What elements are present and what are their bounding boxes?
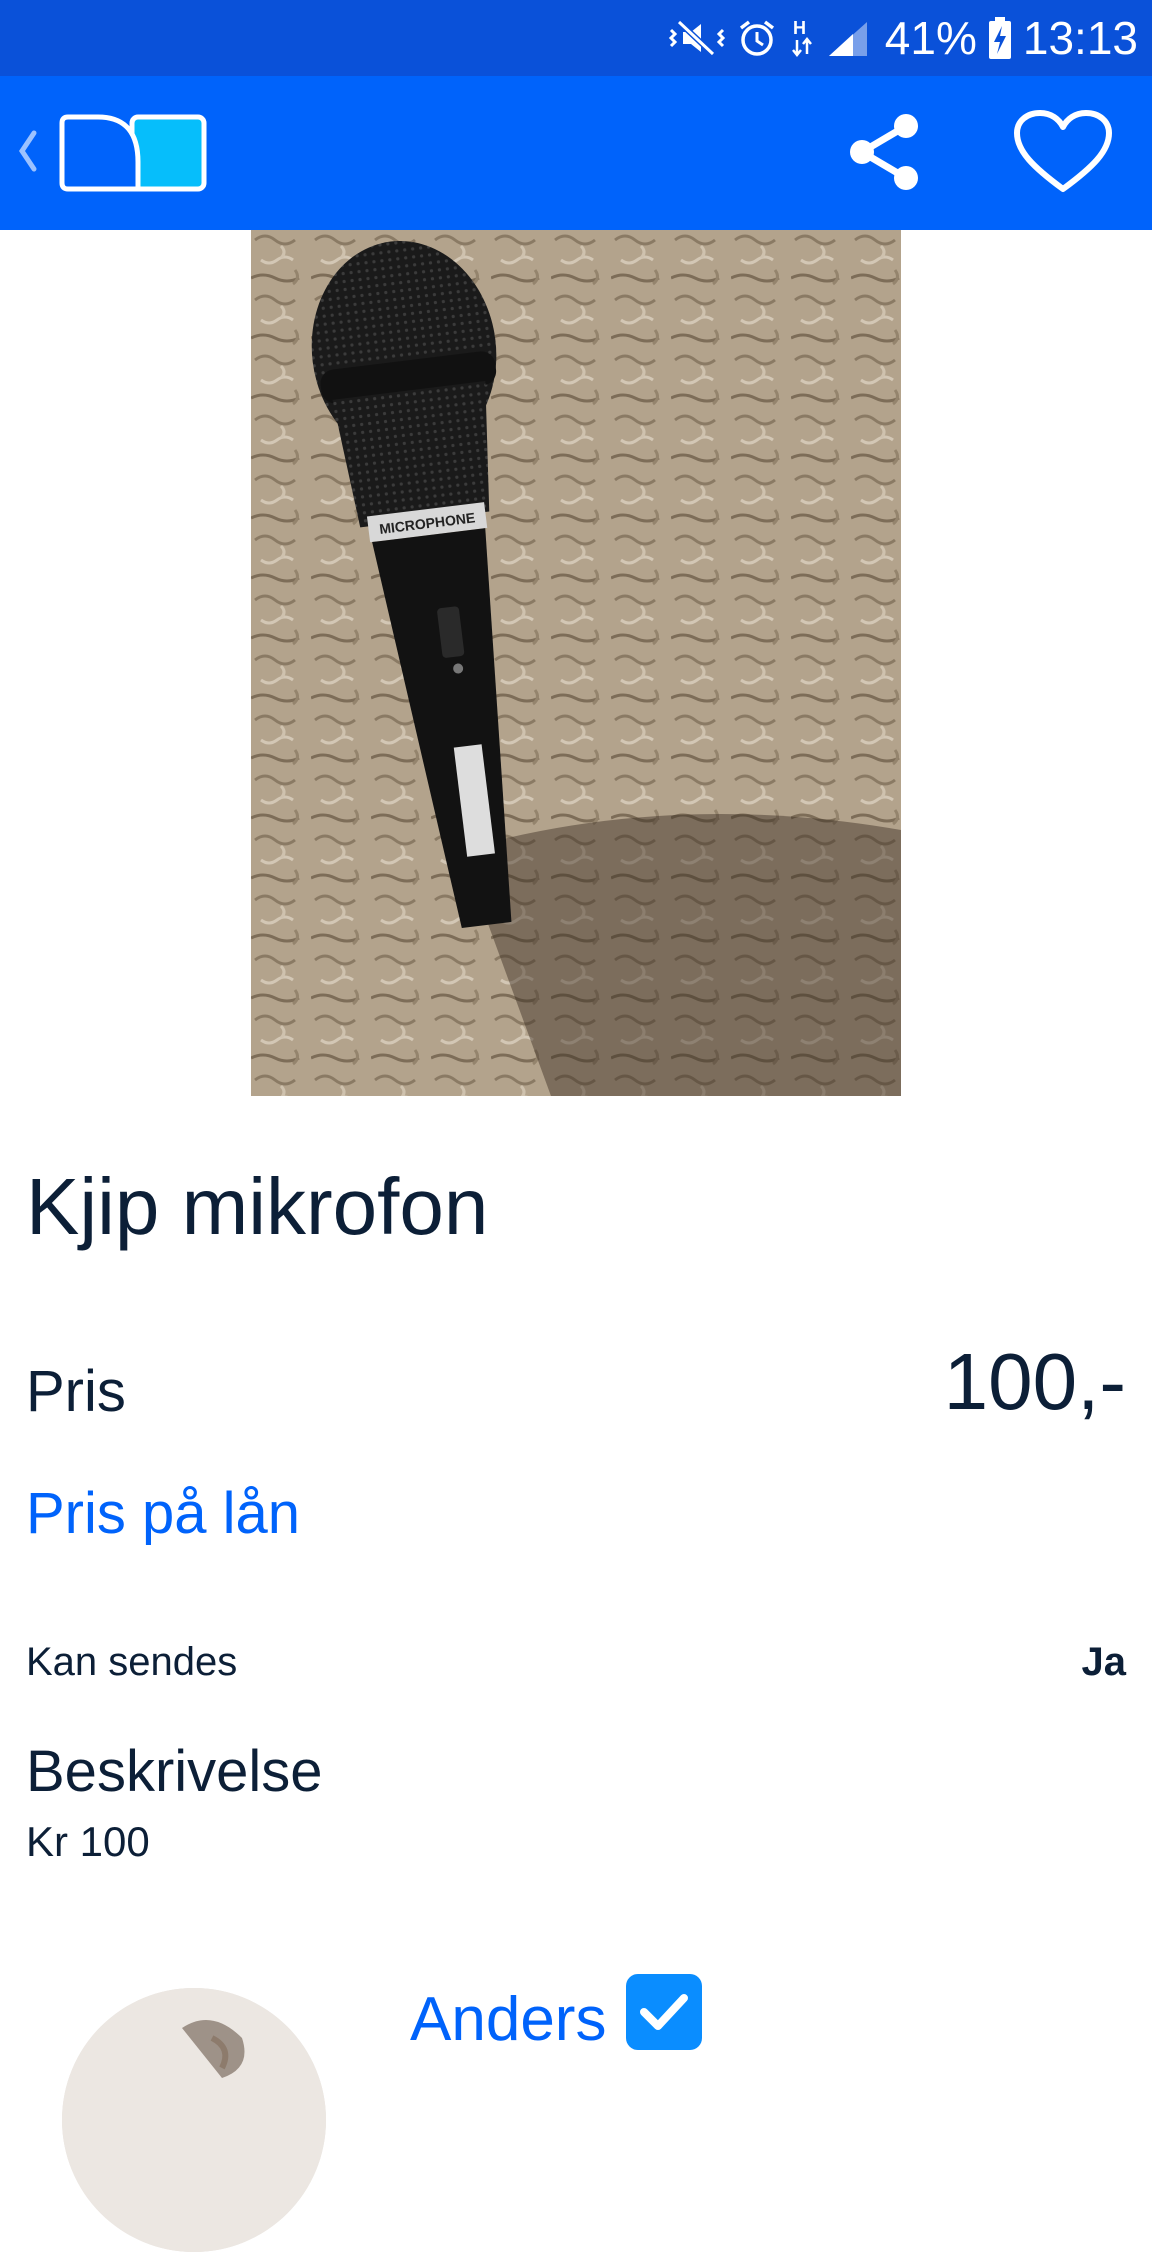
back-button[interactable]	[10, 126, 46, 180]
seller-avatar[interactable]	[62, 1988, 326, 2252]
svg-text:H: H	[793, 18, 806, 38]
share-button[interactable]	[838, 108, 930, 200]
status-time: 13:13	[1022, 12, 1138, 64]
description-heading: Beskrivelse	[26, 1739, 323, 1804]
share-icon	[846, 112, 922, 197]
ad-title: Kjip mikrofon	[26, 1162, 489, 1251]
signal-icon	[827, 18, 871, 58]
shipping-value: Ja	[1081, 1640, 1127, 1684]
battery-percentage: 41%	[884, 12, 977, 64]
shipping-label: Kan sendes	[26, 1640, 238, 1684]
description-text: Kr 100	[26, 1818, 150, 1865]
loan-price-link[interactable]: Pris på lån	[26, 1480, 300, 1547]
price-value: 100,-	[943, 1337, 1126, 1426]
verified-check-icon	[626, 1974, 702, 2050]
seller-name[interactable]: Anders	[410, 1984, 606, 2055]
status-bar: H 41% 13:13	[0, 0, 1152, 76]
finn-logo[interactable]	[58, 114, 208, 192]
app-bar	[0, 76, 1152, 230]
product-image[interactable]: MICROPHONE	[251, 230, 901, 1096]
shipping-row: Kan sendes Ja	[26, 1640, 1126, 1690]
favorite-button[interactable]	[1008, 108, 1118, 200]
price-row: Pris 100,-	[26, 1336, 1126, 1436]
alarm-icon	[737, 18, 777, 58]
battery-charging-icon	[987, 16, 1013, 60]
vibrate-mute-icon	[667, 18, 727, 58]
heart-outline-icon	[1013, 109, 1113, 200]
chevron-left-icon	[16, 129, 40, 178]
hspa-data-icon: H	[787, 16, 817, 60]
price-label: Pris	[26, 1359, 126, 1424]
status-icons: H 41% 13:13	[667, 0, 1138, 76]
